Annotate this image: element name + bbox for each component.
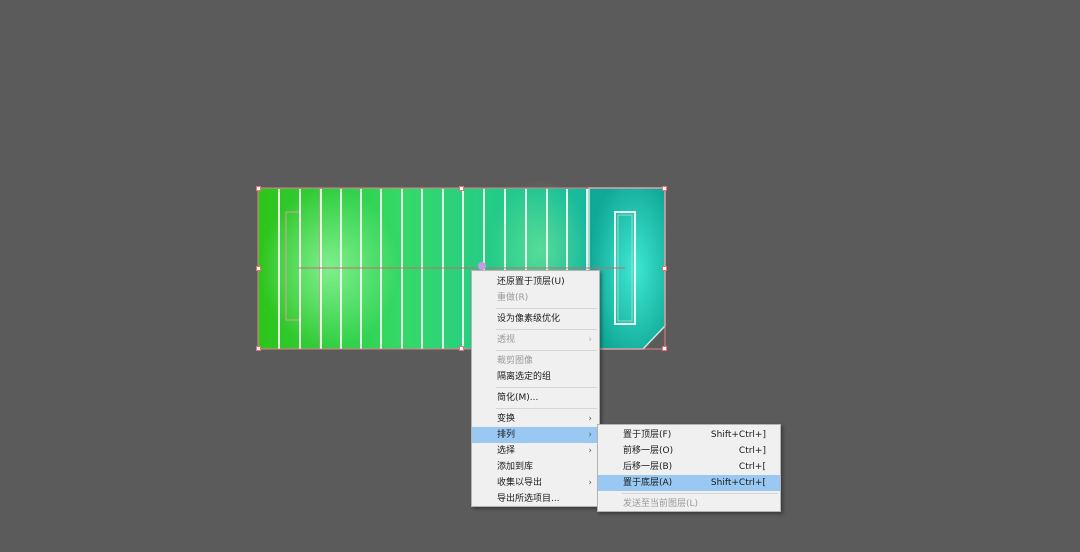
menu-separator: [496, 329, 597, 330]
chevron-right-icon: ›: [588, 446, 592, 456]
selection-handle[interactable]: [662, 266, 667, 271]
menu-item-label: 排列: [497, 430, 516, 440]
menu-item-perspective: 透视 ›: [472, 332, 599, 348]
menu-separator: [496, 350, 597, 351]
menu-item-pixel-optimize[interactable]: 设为像素级优化: [472, 311, 599, 327]
menu-item-export-selection[interactable]: 导出所选项目...: [472, 491, 599, 507]
menu-separator: [496, 387, 597, 388]
menu-separator: [496, 408, 597, 409]
menu-item-shortcut: Shift+Ctrl+]: [710, 430, 766, 440]
submenu-item-bring-to-front[interactable]: 置于顶层(F) Shift+Ctrl+]: [598, 427, 780, 443]
menu-item-add-to-library[interactable]: 添加到库: [472, 459, 599, 475]
selection-handle[interactable]: [662, 186, 667, 191]
menu-item-undo-bring-to-front[interactable]: 还原置于顶层(U): [472, 274, 599, 290]
chevron-right-icon: ›: [588, 335, 592, 345]
selection-handle[interactable]: [662, 346, 667, 351]
menu-item-crop-image: 裁剪图像: [497, 356, 534, 366]
center-point-marker: [478, 262, 486, 270]
submenu-item-send-to-back[interactable]: 置于底层(A) Shift+Ctrl+[: [598, 475, 780, 491]
menu-item-shortcut: Ctrl+]: [738, 446, 766, 456]
menu-item-label: 选择: [497, 446, 516, 456]
menu-item-shortcut: Shift+Ctrl+[: [710, 478, 766, 488]
menu-item-label: 透视: [497, 335, 516, 345]
selection-handle[interactable]: [256, 266, 261, 271]
menu-item-label: 收集以导出: [497, 478, 543, 488]
selection-handle[interactable]: [256, 346, 261, 351]
menu-item-label: 后移一层(B): [623, 462, 673, 472]
menu-item-simplify[interactable]: 简化(M)...: [472, 390, 599, 406]
chevron-right-icon: ›: [588, 414, 592, 424]
menu-item-label: 置于顶层(F): [623, 430, 672, 440]
menu-item-select[interactable]: 选择 ›: [472, 443, 599, 459]
menu-item-transform[interactable]: 变换 ›: [472, 411, 599, 427]
menu-separator: [496, 308, 597, 309]
menu-item-label: 置于底层(A): [623, 478, 673, 488]
submenu-item-send-backward[interactable]: 后移一层(B) Ctrl+[: [598, 459, 780, 475]
menu-item-collect-for-export[interactable]: 收集以导出 ›: [472, 475, 599, 491]
menu-item-arrange[interactable]: 排列 ›: [472, 427, 599, 443]
menu-item-shortcut: Ctrl+[: [738, 462, 766, 472]
context-menu: 还原置于顶层(U) 重做(R) 设为像素级优化 透视 › 裁剪图像 隔离选定的组 …: [471, 270, 600, 507]
menu-item-label: 变换: [497, 414, 516, 424]
menu-item-label: 前移一层(O): [623, 446, 674, 456]
selection-handle[interactable]: [256, 186, 261, 191]
selection-handle[interactable]: [459, 346, 464, 351]
menu-item-label: 发送至当前图层(L): [623, 499, 699, 509]
menu-item-isolate-group[interactable]: 隔离选定的组: [472, 369, 599, 385]
menu-item-redo: 重做(R): [497, 293, 529, 303]
selection-handle[interactable]: [459, 186, 464, 191]
arrange-submenu: 置于顶层(F) Shift+Ctrl+] 前移一层(O) Ctrl+] 后移一层(B…: [597, 424, 781, 512]
chevron-right-icon: ›: [588, 430, 592, 440]
menu-separator: [622, 493, 778, 494]
submenu-item-bring-forward[interactable]: 前移一层(O) Ctrl+]: [598, 443, 780, 459]
submenu-item-send-to-current-layer: 发送至当前图层(L): [598, 496, 780, 512]
chevron-right-icon: ›: [588, 478, 592, 488]
